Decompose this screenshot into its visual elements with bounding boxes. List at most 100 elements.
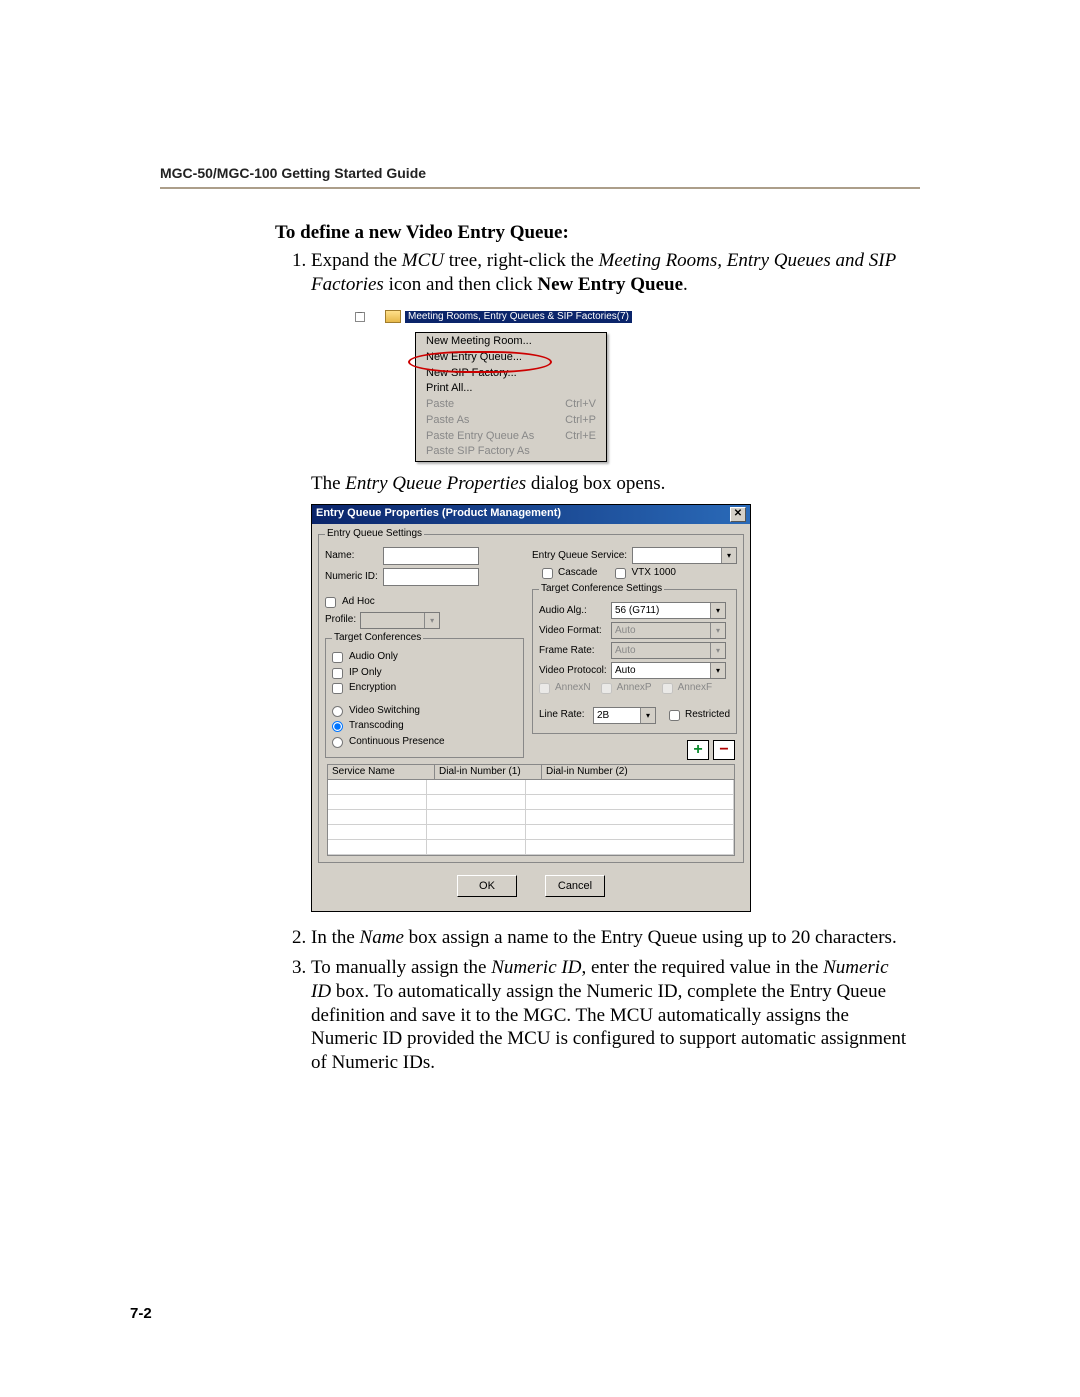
close-icon[interactable]: ✕ [730,507,746,522]
add-button[interactable]: + [687,740,709,760]
t: box assign a name to the Entry Queue usi… [404,927,897,948]
t: Name [360,927,404,948]
t: Expand the [311,250,402,271]
context-menu: New Meeting Room... New Entry Queue... N… [415,332,607,462]
dialog-title: Entry Queue Properties (Product Manageme… [316,507,561,521]
grid-header[interactable]: Dial-in Number (2) [542,765,734,780]
annexn-label: AnnexN [555,682,591,695]
header-rule [160,187,920,189]
step-1: Expand the MCU tree, right-click the Mee… [311,249,910,913]
eq-service-combo[interactable] [632,547,737,564]
t: icon and then click [384,274,538,295]
vtx-checkbox[interactable] [615,568,626,579]
t: To manually assign the [311,957,491,978]
ctx-item[interactable]: Print All... [416,381,606,397]
cascade-label: Cascade [558,567,597,580]
restricted-checkbox[interactable] [669,710,680,721]
audio-alg-combo[interactable]: 56 (G711) [611,602,726,619]
fieldset-settings: Entry Queue Settings Name: Numeric ID: [318,528,744,864]
tree-expand-icon [353,306,381,324]
annexf-label: AnnexF [678,682,712,695]
table-row[interactable] [328,840,734,855]
video-protocol-label: Video Protocol: [539,665,607,678]
cascade-checkbox[interactable] [542,568,553,579]
continuous-presence-radio[interactable] [332,737,343,748]
t: , enter the required value in the [581,957,823,978]
numeric-id-label: Numeric ID: [325,571,379,584]
t: . [683,274,688,295]
page-header: MGC-50/MGC-100 Getting Started Guide [160,165,920,181]
legend: Entry Queue Settings [325,528,424,541]
name-input[interactable] [383,547,479,565]
encryption-checkbox[interactable] [332,683,343,694]
services-grid: Service Name Dial-in Number (1) Dial-in … [327,764,735,857]
ip-only-checkbox[interactable] [332,668,343,679]
video-protocol-combo[interactable]: Auto [611,662,726,679]
folder-icon [385,310,401,323]
restricted-label: Restricted [685,709,730,722]
t: tree, right-click the [444,250,599,271]
context-menu-screenshot: Meeting Rooms, Entry Queues & SIP Factor… [353,306,910,462]
adhoc-checkbox[interactable] [325,597,336,608]
video-switching-radio[interactable] [332,706,343,717]
remove-button[interactable]: − [713,740,735,760]
ctx-item: Paste Entry Queue AsCtrl+E [416,429,606,445]
adhoc-label: Ad Hoc [342,596,375,609]
grid-header[interactable]: Dial-in Number (1) [435,765,542,780]
cancel-button[interactable]: Cancel [545,875,605,897]
ip-only-label: IP Only [349,667,382,680]
audio-only-checkbox[interactable] [332,652,343,663]
annexf-checkbox [662,683,673,694]
annexp-label: AnnexP [617,682,652,695]
t: MCU [402,250,444,271]
eq-service-label: Entry Queue Service: [532,550,628,563]
annexp-checkbox [601,683,612,694]
step-2: In the Name box assign a name to the Ent… [311,926,910,950]
profile-label: Profile: [325,614,356,627]
ctx-item: Paste AsCtrl+P [416,413,606,429]
entry-queue-dialog: Entry Queue Properties (Product Manageme… [311,504,751,913]
steps-list: Expand the MCU tree, right-click the Mee… [275,249,910,1075]
numeric-id-input[interactable] [383,568,479,586]
section-title: To define a new Video Entry Queue: [275,221,910,245]
dialog-caption: The Entry Queue Properties dialog box op… [311,472,910,496]
line-rate-label: Line Rate: [539,709,589,722]
t: Numeric ID [491,957,581,978]
video-format-combo: Auto [611,622,726,639]
table-row[interactable] [328,795,734,810]
ctx-item: PasteCtrl+V [416,397,606,413]
grid-header[interactable]: Service Name [328,765,435,780]
encryption-label: Encryption [349,682,396,695]
ctx-item[interactable]: New Meeting Room... [416,334,606,350]
page-number: 7-2 [130,1305,152,1322]
tree-node-label: Meeting Rooms, Entry Queues & SIP Factor… [405,311,632,324]
video-switching-label: Video Switching [349,705,420,718]
ctx-item[interactable]: New Entry Queue... [416,350,606,366]
ctx-item: Paste SIP Factory As [416,444,606,460]
name-label: Name: [325,550,379,563]
audio-alg-label: Audio Alg.: [539,605,607,618]
legend: Target Conferences [332,632,423,645]
table-row[interactable] [328,825,734,840]
dialog-titlebar: Entry Queue Properties (Product Manageme… [312,505,750,524]
fieldset-target-conf-settings: Target Conference Settings Audio Alg.: 56… [532,583,737,734]
annexn-checkbox [539,683,550,694]
profile-combo [360,612,440,629]
line-rate-combo[interactable]: 2B [593,707,656,724]
table-row[interactable] [328,780,734,795]
t: New Entry Queue [537,274,683,295]
table-row[interactable] [328,810,734,825]
audio-only-label: Audio Only [349,651,398,664]
continuous-presence-label: Continuous Presence [349,736,445,749]
t: In the [311,927,360,948]
transcoding-radio[interactable] [332,721,343,732]
frame-rate-label: Frame Rate: [539,645,607,658]
fieldset-target-conferences: Target Conferences Audio Only IP Only En… [325,632,524,759]
legend: Target Conference Settings [539,583,664,596]
t: box. To automatically assign the Numeric… [311,981,906,1073]
ok-button[interactable]: OK [457,875,517,897]
tree-node: Meeting Rooms, Entry Queues & SIP Factor… [385,310,632,323]
step-3: To manually assign the Numeric ID, enter… [311,956,910,1075]
video-format-label: Video Format: [539,625,607,638]
ctx-item[interactable]: New SIP Factory... [416,366,606,382]
